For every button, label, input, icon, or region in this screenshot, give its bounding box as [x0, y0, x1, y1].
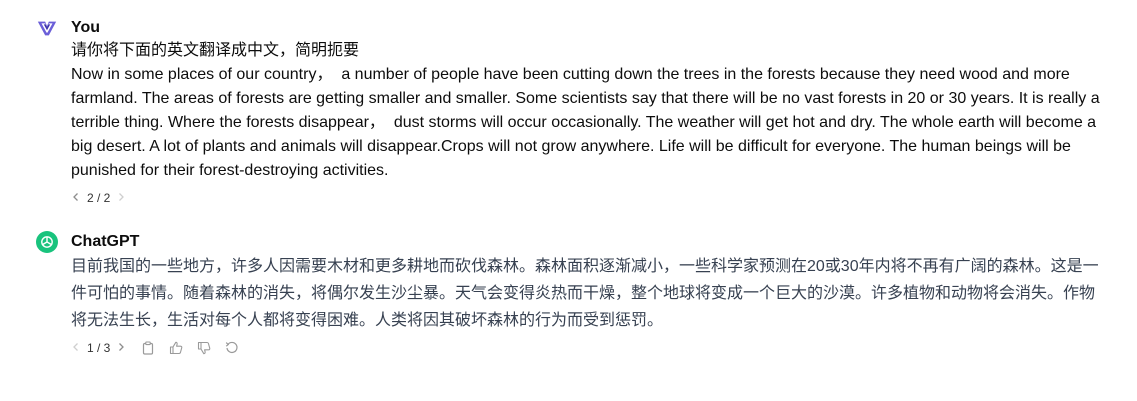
openai-logo-icon [41, 236, 53, 248]
user-author-name: You [71, 19, 101, 36]
chevron-left-icon [73, 193, 78, 201]
user-prompt-text: 请你将下面的英文翻译成中文，简明扼要 [71, 42, 360, 59]
next-version-button[interactable] [116, 191, 126, 205]
regenerate-icon [226, 341, 238, 354]
copy-button[interactable] [138, 338, 158, 358]
like-button[interactable] [166, 338, 186, 358]
user-body-text: Now in some places of our country， a num… [71, 66, 1105, 179]
regenerate-button[interactable] [222, 338, 242, 358]
assistant-version-counter: 1 / 3 [87, 341, 111, 355]
clipboard-icon [143, 341, 154, 355]
prev-version-button[interactable] [71, 191, 81, 205]
chatgpt-avatar [36, 231, 58, 253]
chevron-right-icon [119, 193, 125, 201]
thumbs-down-icon [198, 341, 211, 355]
user-version-counter: 2 / 2 [87, 191, 111, 205]
user-avatar [36, 17, 58, 39]
assistant-actions-bar: 1 / 3 [71, 336, 1106, 360]
assistant-body-text: 目前我国的一些地方，许多人因需要木材和更多耕地而砍伐森林。森林面积逐渐减小，一些… [71, 258, 1099, 329]
thumbs-up-icon [170, 341, 183, 355]
assistant-author-name: ChatGPT [71, 233, 140, 250]
next-response-button[interactable] [116, 341, 126, 355]
prev-response-button[interactable] [71, 341, 81, 355]
dislike-button[interactable] [194, 338, 214, 358]
chevron-left-icon [73, 343, 78, 351]
chevron-right-icon [119, 343, 125, 351]
user-version-nav: 2 / 2 [71, 186, 1106, 210]
user-avatar-logo-icon [37, 21, 57, 36]
